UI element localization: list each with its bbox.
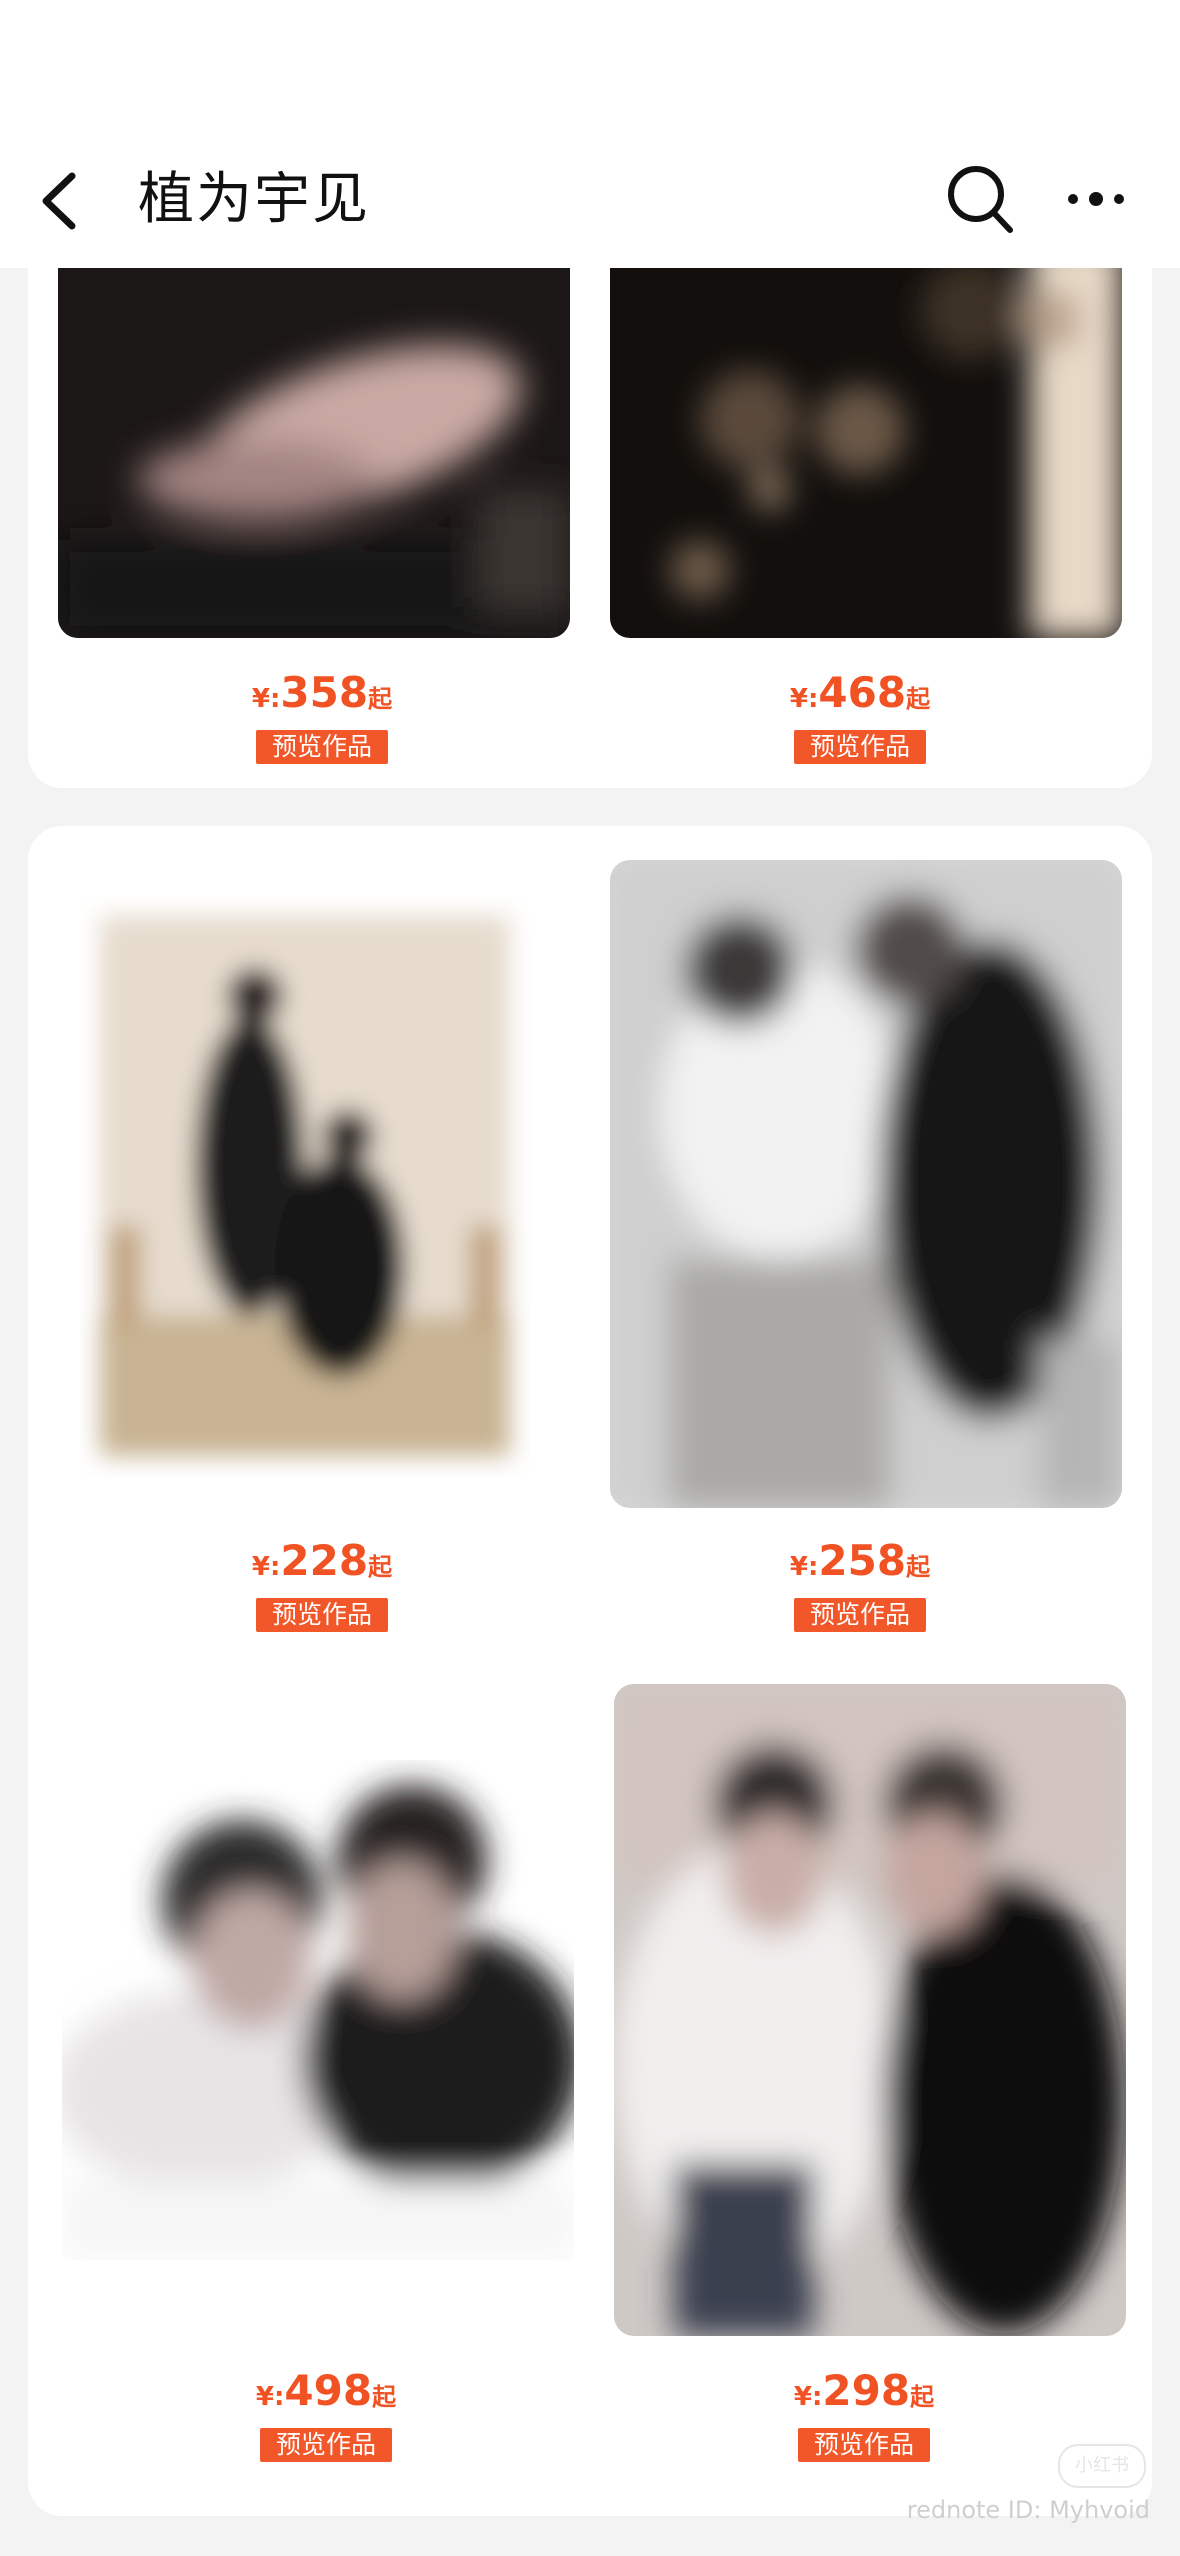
preview-works-button[interactable]: 预览作品 bbox=[794, 1598, 926, 1632]
more-horizontal-icon bbox=[1068, 192, 1124, 206]
blurred-photo-image bbox=[610, 240, 1122, 638]
more-button[interactable] bbox=[1064, 184, 1128, 214]
preview-works-button[interactable]: 预览作品 bbox=[260, 2428, 392, 2462]
preview-works-button[interactable]: 预览作品 bbox=[794, 730, 926, 764]
preview-works-button[interactable]: 预览作品 bbox=[256, 1598, 388, 1632]
chevron-left-icon bbox=[42, 172, 76, 230]
price-label: ¥:228起 bbox=[251, 1536, 393, 1585]
preview-works-button[interactable]: 预览作品 bbox=[256, 730, 388, 764]
preview-works-button[interactable]: 预览作品 bbox=[798, 2428, 930, 2462]
product-photo[interactable] bbox=[610, 240, 1122, 638]
price-label: ¥:468起 bbox=[789, 668, 931, 717]
watermark-logo: 小红书 bbox=[1058, 2444, 1146, 2488]
blurred-photo-image bbox=[80, 896, 530, 1476]
product-photo[interactable] bbox=[610, 860, 1122, 1508]
price-label: ¥:358起 bbox=[251, 668, 393, 717]
price-label: ¥:258起 bbox=[789, 1536, 931, 1585]
search-icon bbox=[948, 166, 1013, 233]
price-label: ¥:298起 bbox=[793, 2366, 935, 2415]
watermark-text: rednote ID: Myhvoid bbox=[906, 2496, 1150, 2524]
product-photo[interactable] bbox=[614, 1684, 1126, 2336]
blurred-photo-image bbox=[58, 240, 570, 638]
blurred-photo-image bbox=[614, 1684, 1126, 2336]
page-title: 植为宇见 bbox=[138, 167, 370, 232]
price-label: ¥:498起 bbox=[255, 2366, 397, 2415]
product-photo[interactable] bbox=[62, 1760, 574, 2260]
search-button[interactable] bbox=[944, 160, 1016, 236]
back-button[interactable] bbox=[34, 166, 90, 236]
blurred-photo-image bbox=[62, 1760, 574, 2260]
top-bar: 植为宇见 bbox=[0, 0, 1180, 268]
blurred-photo-image bbox=[610, 860, 1122, 1508]
product-photo[interactable] bbox=[80, 896, 530, 1476]
product-photo[interactable] bbox=[58, 240, 570, 638]
